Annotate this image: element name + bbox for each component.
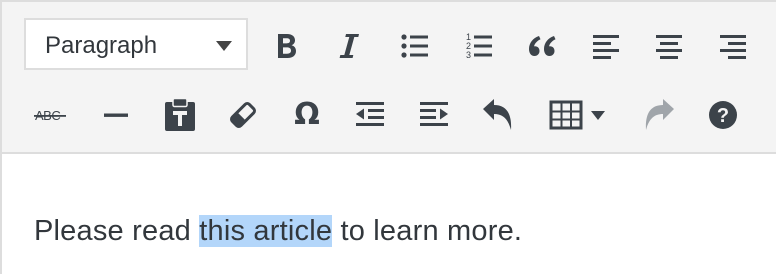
outdent-icon <box>354 100 386 130</box>
format-select-value: Paragraph <box>45 32 158 59</box>
italic-icon <box>337 32 361 60</box>
omega-icon: Ω <box>294 97 320 132</box>
blockquote-button[interactable] <box>520 24 564 68</box>
format-select[interactable]: Paragraph <box>24 18 248 70</box>
editor-toolbar: Paragraph 1 2 3 ABC Ω ? <box>2 2 776 154</box>
undo-icon <box>481 97 515 133</box>
increase-indent-button[interactable] <box>412 93 456 137</box>
numbered-list-button[interactable]: 1 2 3 <box>457 24 501 68</box>
align-left-button[interactable] <box>584 24 628 68</box>
decrease-indent-button[interactable] <box>348 93 392 137</box>
strikethrough-icon: ABC <box>33 105 69 125</box>
svg-text:3: 3 <box>466 50 471 60</box>
redo-icon <box>642 97 676 133</box>
undo-button[interactable] <box>476 93 520 137</box>
blockquote-icon <box>527 34 557 58</box>
redo-button[interactable] <box>637 93 681 137</box>
horizontal-line-button[interactable] <box>94 93 138 137</box>
special-character-button[interactable]: Ω <box>285 93 329 137</box>
help-icon: ? <box>707 99 739 131</box>
eraser-icon <box>227 99 259 131</box>
help-button[interactable]: ? <box>701 93 745 137</box>
bulleted-list-button[interactable] <box>393 24 437 68</box>
bold-icon <box>275 32 299 60</box>
paragraph-text-after: to learn more. <box>332 215 523 247</box>
table-button[interactable] <box>540 93 616 137</box>
table-icon <box>547 100 609 130</box>
content-paragraph[interactable]: Please read this article to learn more. <box>34 211 522 251</box>
align-right-button[interactable] <box>711 24 755 68</box>
strikethrough-button[interactable]: ABC <box>29 93 73 137</box>
italic-button[interactable] <box>327 24 371 68</box>
horizontal-line-icon <box>103 105 129 125</box>
align-left-icon <box>591 32 621 60</box>
selected-text[interactable]: this article <box>199 215 333 247</box>
clear-formatting-button[interactable] <box>221 93 265 137</box>
svg-text:?: ? <box>717 105 729 127</box>
align-right-icon <box>718 32 748 60</box>
paste-as-text-button[interactable] <box>158 93 202 137</box>
align-center-icon <box>654 32 684 60</box>
align-center-button[interactable] <box>647 24 691 68</box>
bold-button[interactable] <box>265 24 309 68</box>
indent-icon <box>418 100 450 130</box>
editor-content[interactable]: Please read this article to learn more. <box>2 154 776 274</box>
paragraph-text-before: Please read <box>34 215 200 247</box>
numbered-list-icon: 1 2 3 <box>464 31 494 61</box>
clipboard-icon <box>163 97 197 133</box>
chevron-down-icon <box>216 41 232 51</box>
bulleted-list-icon <box>400 32 430 60</box>
editor: Paragraph 1 2 3 ABC Ω ? Please read this… <box>0 0 776 274</box>
